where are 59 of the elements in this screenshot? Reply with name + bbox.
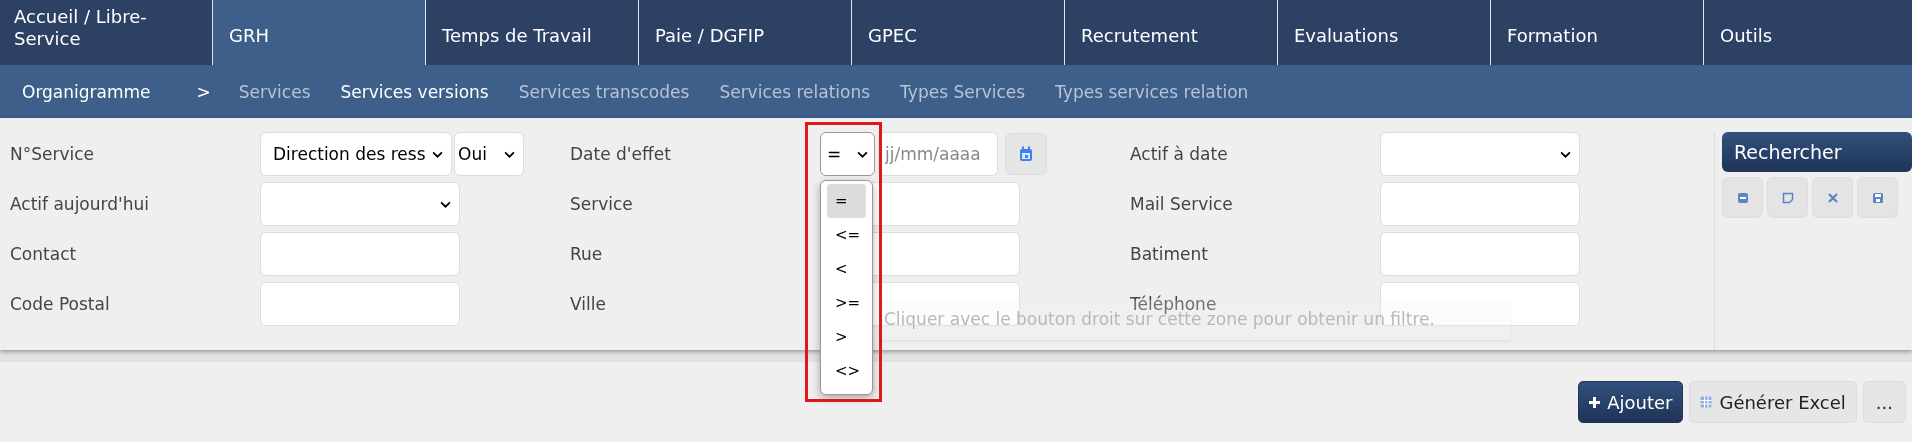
minus-square-icon — [1736, 191, 1749, 204]
chevron-icon — [857, 150, 868, 158]
search-button[interactable]: Rechercher — [1722, 132, 1912, 172]
dropdown-option[interactable]: <> — [827, 354, 866, 388]
field-label: N°Service — [10, 144, 96, 164]
collapse-button[interactable] — [1722, 177, 1763, 218]
dropdown-option[interactable]: = — [827, 184, 866, 218]
chevron-icon — [432, 150, 443, 158]
close-icon — [1826, 191, 1839, 204]
subnav-link[interactable]: Types services relation — [1055, 81, 1249, 102]
dropdown-option[interactable]: > — [827, 320, 866, 354]
subnav-link[interactable]: Services versions — [340, 81, 489, 102]
field-label: Ville — [570, 294, 607, 314]
more-button[interactable]: ... — [1862, 381, 1906, 423]
operator-select[interactable]: = — [820, 132, 875, 176]
breadcrumb-title[interactable]: Organigramme — [22, 81, 151, 102]
save-icon — [1871, 191, 1884, 204]
yes-no-select[interactable]: Oui — [454, 132, 524, 176]
dropdown-option[interactable]: >= — [827, 286, 866, 320]
select-field[interactable] — [1380, 132, 1580, 176]
field-label: Mail Service — [1130, 194, 1234, 214]
table-icon — [1700, 396, 1713, 408]
subnav-link[interactable]: Types Services — [900, 81, 1026, 102]
field-label: Date d'effet — [570, 144, 672, 164]
dropdown-option[interactable]: <= — [827, 218, 866, 252]
dropdown-option[interactable]: < — [827, 252, 866, 286]
field-label: Contact — [10, 244, 78, 264]
input-field[interactable] — [260, 232, 460, 276]
field-label: Code Postal — [10, 294, 111, 314]
field-label: Téléphone — [1130, 294, 1218, 314]
breadcrumb-separator: > — [196, 81, 211, 102]
input-field[interactable] — [1380, 232, 1580, 276]
chevron-icon — [440, 200, 451, 208]
input-field[interactable] — [1380, 182, 1580, 226]
calendar-icon — [1019, 146, 1033, 162]
service-select[interactable]: Direction des ress — [260, 132, 452, 176]
select-field[interactable] — [260, 182, 460, 226]
subnav-link[interactable]: Services — [238, 81, 311, 102]
subnav-link[interactable]: Services relations — [719, 81, 871, 102]
nav-tab[interactable]: Outils — [1704, 0, 1912, 65]
plus-icon — [1589, 396, 1601, 408]
chevron-icon — [1560, 150, 1571, 158]
field-label: Rue — [570, 244, 604, 264]
note-icon — [1781, 191, 1794, 204]
field-label: Actif à date — [1130, 144, 1229, 164]
subnav-link[interactable]: Services transcodes — [518, 81, 690, 102]
chevron-icon — [504, 150, 515, 158]
field-label: Actif aujourd'hui — [10, 194, 150, 214]
note-button[interactable] — [1767, 177, 1808, 218]
clear-button[interactable] — [1812, 177, 1853, 218]
add-button[interactable]: Ajouter — [1578, 381, 1684, 423]
save-button[interactable] — [1857, 177, 1898, 218]
field-label: Service — [570, 194, 634, 214]
calendar-button[interactable] — [1005, 133, 1047, 175]
field-label: Batiment — [1130, 244, 1209, 264]
excel-button[interactable]: Générer Excel — [1689, 381, 1857, 423]
nav-tab[interactable]: GRH — [213, 0, 426, 65]
input-field[interactable] — [260, 282, 460, 326]
date-field[interactable]: jj/mm/aaaa — [878, 132, 998, 176]
